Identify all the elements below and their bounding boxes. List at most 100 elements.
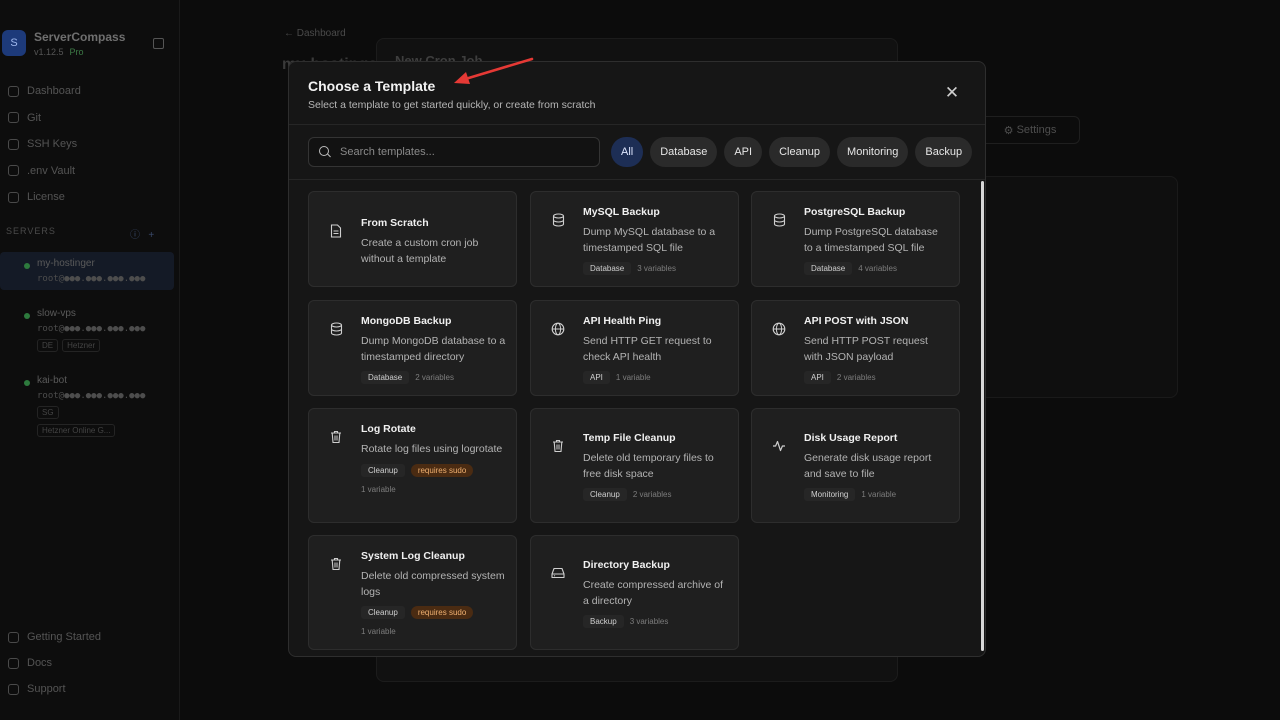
variables-count: 1 variable	[361, 627, 396, 636]
category-badge: API	[583, 371, 610, 384]
template-name: PostgreSQL Backup	[804, 206, 906, 218]
template-card-api-health-ping[interactable]: API Health Ping Send HTTP GET request to…	[530, 300, 739, 396]
sidebar: S ServerCompass v1.12.5 Pro Dashboard Git…	[0, 0, 180, 720]
server-name: my-hostinger	[37, 258, 95, 269]
category-badge: Cleanup	[361, 463, 405, 477]
template-card-from-scratch[interactable]: From Scratch Create a custom cron job wi…	[308, 191, 517, 287]
category-badge: Cleanup	[583, 488, 627, 501]
sidebar-item-docs[interactable]: Docs	[8, 650, 101, 676]
variables-count: 3 variables	[637, 264, 676, 273]
server-address: root@●●●.●●●.●●●.●●●	[37, 274, 146, 284]
filter-chip-all[interactable]: All	[611, 137, 644, 167]
server-item-kai-bot[interactable]: kai-bot root@●●●.●●●.●●●.●●● SG Hetzner …	[0, 369, 174, 443]
chat-icon	[8, 683, 19, 695]
close-icon: ✕	[944, 83, 960, 102]
sidebar-item-support[interactable]: Support	[8, 676, 101, 702]
sidebar-item-getting-started[interactable]: Getting Started	[8, 624, 101, 650]
settings-button[interactable]: ⚙ Settings	[980, 116, 1080, 144]
template-name: MySQL Backup	[583, 206, 660, 218]
breadcrumb[interactable]: ← Dashboard	[284, 28, 346, 39]
template-description: Rotate log files using logrotate	[361, 443, 503, 455]
online-status-dot	[24, 380, 30, 386]
sparkle-icon	[8, 631, 19, 643]
sidebar-item-license[interactable]: License	[8, 184, 81, 211]
server-address: root@●●●.●●●.●●●.●●●	[37, 324, 146, 334]
search-input[interactable]	[340, 146, 580, 158]
key-icon	[8, 138, 19, 150]
template-description: Dump PostgreSQL database to a timestampe…	[804, 226, 938, 254]
divider	[289, 124, 985, 125]
filter-chip-database[interactable]: Database	[650, 137, 718, 167]
template-name: MongoDB Backup	[361, 315, 452, 327]
filter-chip-backup[interactable]: Backup	[915, 137, 973, 167]
category-badge: Database	[361, 371, 410, 384]
category-badge: Backup	[583, 615, 624, 628]
server-item-my-hostinger[interactable]: my-hostinger root@●●●.●●●.●●●.●●●	[0, 252, 174, 290]
variables-count: 2 variables	[632, 490, 672, 499]
template-card-directory-backup[interactable]: Directory Backup Create compressed archi…	[530, 535, 739, 650]
template-card-system-log-cleanup[interactable]: System Log Cleanup Delete old compressed…	[308, 535, 517, 650]
template-card-log-rotate[interactable]: Log Rotate Rotate log files using logrot…	[308, 408, 517, 523]
globe-icon	[772, 322, 786, 336]
brand: S ServerCompass v1.12.5 Pro	[2, 30, 125, 57]
category-badge: Cleanup	[361, 606, 405, 619]
template-description: Delete old temporary files to free disk …	[583, 452, 714, 480]
app-window: S ServerCompass v1.12.5 Pro Dashboard Git…	[0, 0, 1280, 720]
template-search	[308, 137, 600, 167]
template-card-mysql-backup[interactable]: MySQL Backup Dump MySQL database to a ti…	[530, 191, 739, 287]
requires-sudo-badge: requires sudo	[410, 463, 474, 477]
template-name: Disk Usage Report	[804, 432, 898, 444]
template-description: Generate disk usage report and save to f…	[804, 452, 932, 480]
trash-icon	[329, 430, 343, 444]
database-icon	[772, 213, 786, 227]
sidebar-item-env-vault[interactable]: .env Vault	[8, 158, 81, 185]
template-card-api-post-with-json[interactable]: API POST with JSON Send HTTP POST reques…	[751, 300, 960, 396]
template-card-disk-usage-report[interactable]: Disk Usage Report Generate disk usage re…	[751, 408, 960, 523]
variables-count: 4 variables	[858, 264, 897, 273]
category-filters: All Database API Cleanup Monitoring Back…	[611, 137, 973, 167]
app-version: v1.12.5	[34, 47, 64, 57]
template-name: Temp File Cleanup	[583, 432, 676, 444]
sidebar-item-label: Getting Started	[27, 631, 101, 643]
database-icon	[551, 213, 565, 227]
plan-badge: Pro	[69, 47, 84, 57]
app-version-row: v1.12.5 Pro	[34, 47, 125, 57]
server-provider-tag: Hetzner	[62, 339, 101, 352]
globe-icon	[551, 322, 565, 336]
template-card-postgresql-backup[interactable]: PostgreSQL Backup Dump PostgreSQL databa…	[751, 191, 960, 287]
template-description: Create a custom cron job without a templ…	[361, 237, 479, 265]
template-card-temp-file-cleanup[interactable]: Temp File Cleanup Delete old temporary f…	[530, 408, 739, 523]
book-icon	[8, 657, 19, 669]
online-status-dot	[24, 263, 30, 269]
add-server-icon[interactable]: ⓘ +	[130, 226, 154, 241]
app-name: ServerCompass	[34, 30, 126, 44]
template-description: Dump MongoDB database to a timestamped d…	[361, 335, 506, 363]
dialog-subtitle: Select a template to get started quickly…	[308, 99, 596, 111]
server-item-slow-vps[interactable]: slow-vps root@●●●.●●●.●●●.●●● DE Hetzner	[0, 302, 174, 358]
template-name: System Log Cleanup	[361, 550, 465, 562]
git-icon	[8, 112, 19, 124]
sidebar-item-label: Git	[27, 111, 42, 124]
close-button[interactable]: ✕	[941, 82, 963, 104]
server-name: kai-bot	[37, 375, 68, 386]
template-description: Send HTTP GET request to check API healt…	[583, 335, 712, 363]
variables-count: 1 variable	[361, 484, 396, 494]
trash-icon	[329, 557, 343, 571]
sidebar-item-dashboard[interactable]: Dashboard	[8, 78, 81, 105]
category-badge: Database	[804, 262, 853, 275]
home-icon	[8, 85, 19, 97]
sidebar-collapse-icon[interactable]	[153, 38, 164, 49]
sidebar-item-ssh-keys[interactable]: SSH Keys	[8, 131, 81, 158]
trash-icon	[551, 439, 565, 453]
sidebar-bottom-nav: Getting Started Docs Support	[8, 624, 101, 702]
filter-chip-api[interactable]: API	[724, 137, 763, 167]
template-name: From Scratch	[361, 217, 429, 229]
sidebar-item-git[interactable]: Git	[8, 105, 81, 132]
template-card-mongodb-backup[interactable]: MongoDB Backup Dump MongoDB database to …	[308, 300, 517, 396]
filter-chip-monitoring[interactable]: Monitoring	[837, 137, 909, 167]
sidebar-item-label: Dashboard	[27, 85, 81, 98]
variables-count: 1 variable	[615, 373, 651, 382]
filter-chip-cleanup[interactable]: Cleanup	[769, 137, 831, 167]
annotation-arrow-icon	[454, 57, 534, 84]
template-list-scrollbar[interactable]	[981, 181, 984, 651]
